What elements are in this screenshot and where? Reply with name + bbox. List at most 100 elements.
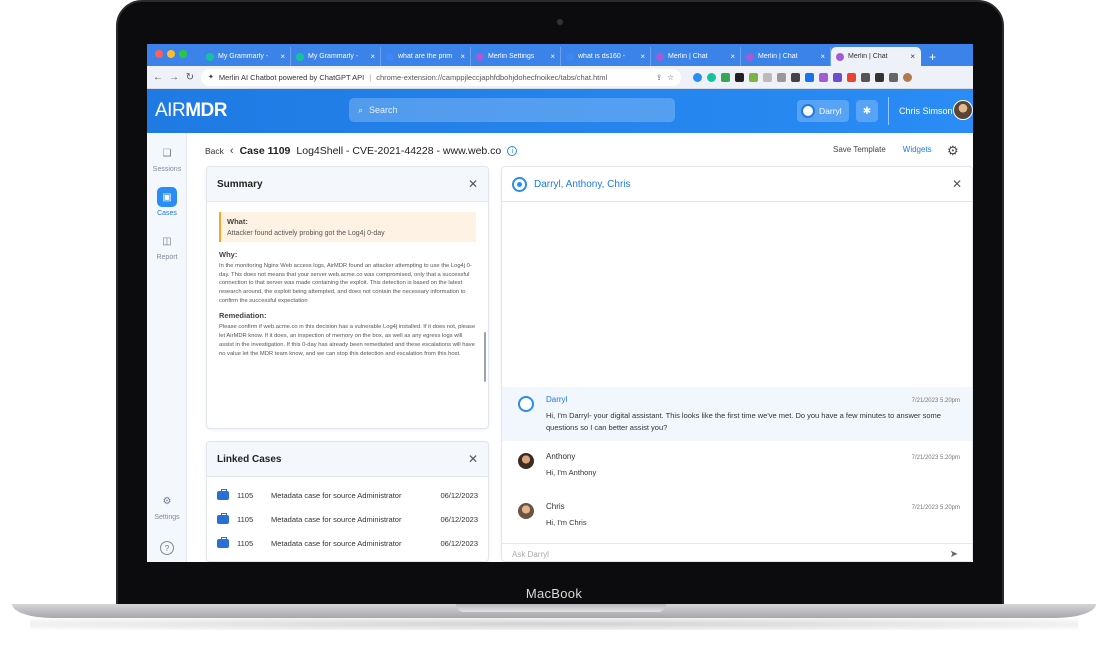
why-title: Why: bbox=[219, 250, 238, 259]
sidebar-icon[interactable] bbox=[889, 72, 898, 82]
briefcase-icon bbox=[217, 512, 229, 524]
favicon-icon bbox=[206, 52, 214, 61]
gear-icon[interactable]: ⚙ bbox=[947, 143, 959, 159]
case-description: Metadata case for source Administrator bbox=[271, 514, 402, 524]
browser-tab[interactable]: what are the prim × bbox=[381, 47, 471, 66]
chart-icon: ◫ bbox=[162, 235, 172, 247]
summary-title: Summary bbox=[217, 178, 263, 190]
table-row[interactable]: 1105 Metadata case for source Administra… bbox=[207, 531, 488, 555]
close-icon[interactable]: × bbox=[460, 52, 465, 61]
extension-icon[interactable] bbox=[847, 72, 856, 82]
favicon-icon bbox=[476, 52, 484, 61]
browser-tab[interactable]: Merlin | Chat × bbox=[651, 47, 741, 66]
user-name[interactable]: Chris Simson bbox=[899, 106, 953, 116]
message-text: Hi, I'm Anthony bbox=[546, 468, 597, 477]
nav-item-report[interactable]: ◫ Report bbox=[147, 231, 187, 262]
send-icon[interactable]: ➤ bbox=[950, 549, 958, 560]
close-icon[interactable]: × bbox=[280, 52, 285, 61]
close-icon[interactable]: × bbox=[550, 52, 555, 61]
message-text: Hi, I'm Chris bbox=[546, 518, 587, 527]
help-button[interactable]: ? bbox=[147, 541, 187, 555]
address-bar[interactable]: ✦ Merlin AI Chatbot powered by ChatGPT A… bbox=[201, 68, 681, 86]
browser-tab[interactable]: My Grammarly - × bbox=[201, 47, 291, 66]
close-icon[interactable]: × bbox=[730, 52, 735, 61]
extension-icon[interactable] bbox=[735, 72, 744, 82]
avatar bbox=[518, 503, 534, 519]
app-logo[interactable]: AIRMDR bbox=[155, 100, 227, 122]
laptop-notch bbox=[456, 604, 666, 612]
close-icon[interactable]: × bbox=[910, 52, 915, 61]
profile-avatar[interactable] bbox=[903, 72, 912, 82]
extension-icon[interactable] bbox=[791, 72, 800, 82]
puzzle-icon[interactable] bbox=[861, 72, 870, 82]
close-icon[interactable]: × bbox=[820, 52, 825, 61]
zoom-window-button[interactable] bbox=[179, 50, 187, 58]
bookmark-star-icon[interactable]: ☆ bbox=[667, 73, 674, 82]
merlin-icon[interactable] bbox=[819, 72, 828, 82]
share-icon[interactable]: ⇪ bbox=[656, 73, 662, 82]
extension-icon[interactable] bbox=[833, 72, 842, 82]
browser-tab[interactable]: Merlin | Chat × bbox=[741, 47, 831, 66]
close-window-button[interactable] bbox=[155, 50, 163, 58]
extension-icon[interactable] bbox=[763, 72, 772, 82]
scrollbar[interactable] bbox=[484, 332, 486, 382]
table-row[interactable]: 1105 Metadata case for source Administra… bbox=[207, 483, 488, 507]
assistant-logo-icon bbox=[801, 104, 815, 118]
brand-part-a: AIR bbox=[155, 100, 186, 121]
what-callout: What: Attacker found actively probing go… bbox=[219, 212, 476, 242]
close-icon[interactable]: ✕ bbox=[952, 177, 962, 191]
extension-icon[interactable] bbox=[749, 72, 758, 82]
brand-part-b: MDR bbox=[185, 100, 227, 121]
nav-item-cases[interactable]: ▣ Cases bbox=[147, 187, 187, 217]
extension-icon: ✦ bbox=[208, 74, 214, 81]
extension-icon[interactable] bbox=[777, 72, 786, 82]
extension-icon[interactable] bbox=[721, 72, 730, 82]
extension-icon[interactable] bbox=[805, 72, 814, 82]
forward-arrow-icon[interactable]: → bbox=[169, 72, 179, 83]
assistant-chip[interactable]: Darryl bbox=[797, 100, 849, 122]
nav-label: Settings bbox=[154, 514, 180, 521]
chat-input[interactable]: Ask Darryl ➤ bbox=[502, 543, 972, 561]
reload-icon[interactable]: ↻ bbox=[185, 72, 195, 83]
case-description: Metadata case for source Administrator bbox=[271, 490, 402, 500]
new-tab-button[interactable]: + bbox=[929, 50, 936, 64]
summary-body: What: Attacker found actively probing go… bbox=[207, 202, 488, 428]
app-header: AIRMDR ⌕ Search Darryl ✱ Chris Simson bbox=[147, 89, 973, 133]
back-arrow-icon[interactable]: ← bbox=[153, 72, 163, 83]
nav-item-settings[interactable]: ⚙ Settings bbox=[147, 491, 187, 522]
tab-label: what are the prim bbox=[398, 53, 453, 60]
minimize-window-button[interactable] bbox=[167, 50, 175, 58]
browser-tab[interactable]: what is ds160 - × bbox=[561, 47, 651, 66]
grammarly-icon[interactable] bbox=[707, 72, 716, 82]
close-icon[interactable]: ✕ bbox=[468, 177, 478, 191]
close-icon[interactable]: ✕ bbox=[468, 452, 478, 466]
case-title: Log4Shell - CVE-2021-44228 - www.web.co bbox=[296, 145, 502, 157]
case-date: 06/12/2023 bbox=[440, 538, 478, 548]
what-title: What: bbox=[227, 217, 248, 226]
message-time: 7/21/2023 5.20pm bbox=[911, 455, 960, 461]
avatar[interactable] bbox=[953, 100, 973, 120]
chevron-left-icon[interactable]: ‹ bbox=[230, 145, 234, 157]
nav-item-sessions[interactable]: ❏ Sessions bbox=[147, 143, 187, 174]
back-link[interactable]: Back bbox=[205, 146, 224, 156]
search-input[interactable]: ⌕ Search bbox=[349, 98, 675, 122]
table-row[interactable]: 1105 Metadata case for source Administra… bbox=[207, 507, 488, 531]
browser-tab[interactable]: Merlin Settings × bbox=[471, 47, 561, 66]
close-icon[interactable]: × bbox=[370, 52, 375, 61]
notification-icon[interactable]: ✱ bbox=[856, 100, 878, 122]
widgets-button[interactable]: Widgets bbox=[903, 145, 932, 154]
linked-cases-panel: Linked Cases ✕ 1105 Metadata case for so… bbox=[206, 441, 489, 562]
save-template-button[interactable]: Save Template bbox=[833, 145, 886, 154]
browser-tab[interactable]: My Grammarly - × bbox=[291, 47, 381, 66]
close-icon[interactable]: × bbox=[640, 52, 645, 61]
tab-label: My Grammarly - bbox=[308, 53, 359, 60]
info-icon[interactable]: i bbox=[507, 146, 518, 156]
nav-label: Sessions bbox=[152, 166, 182, 173]
assistant-avatar bbox=[518, 396, 534, 412]
avatar bbox=[518, 453, 534, 469]
browser-tab[interactable]: Merlin | Chat × bbox=[831, 47, 921, 66]
reading-list-icon[interactable] bbox=[875, 72, 884, 82]
case-id: 1105 bbox=[237, 490, 254, 500]
extension-icon[interactable] bbox=[693, 72, 702, 82]
favicon-icon bbox=[296, 52, 304, 61]
